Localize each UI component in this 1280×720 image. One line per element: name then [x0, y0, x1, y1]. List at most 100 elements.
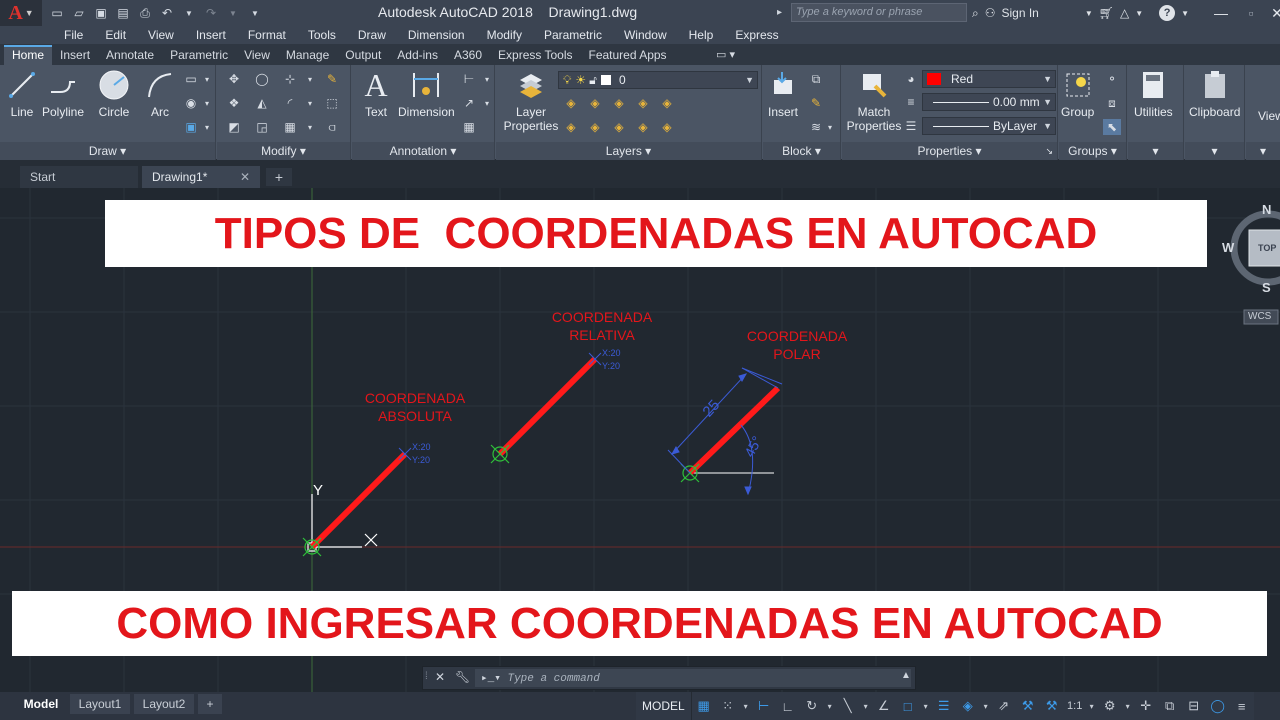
compass-north[interactable]: N [1262, 202, 1271, 217]
isodraft-dropdown-icon[interactable]: ▾ [860, 692, 872, 720]
annotation-monitor-icon[interactable]: ✛ [1134, 692, 1158, 720]
menu-format[interactable]: Format [237, 28, 297, 42]
linear-dim-icon[interactable]: ⊢ [460, 71, 478, 87]
open-icon[interactable]: ▱ [70, 4, 88, 22]
object-snap-dropdown-icon[interactable]: ▾ [920, 692, 932, 720]
dimension-tool[interactable]: Dimension [398, 69, 455, 119]
minimize-button[interactable]: — [1206, 0, 1236, 26]
ortho-icon[interactable]: ∟ [776, 692, 800, 720]
rotate-icon[interactable]: ◯ [253, 71, 271, 87]
block-attribute-dropdown-icon[interactable]: ▾ [821, 119, 839, 135]
draw-panel-title[interactable]: Draw ▾ [0, 142, 215, 160]
scale-icon[interactable]: ◲ [253, 119, 271, 135]
viewcube-top-face[interactable]: TOP [1258, 243, 1276, 253]
menu-modify[interactable]: Modify [476, 28, 533, 42]
ribbon-tab-insert[interactable]: Insert [52, 45, 98, 65]
drawing-canvas[interactable]: Y X:20 Y:20 COORDENADA ABSOLUTA X:20 Y:2… [0, 188, 1280, 692]
insert-block-tool[interactable]: Insert [767, 69, 799, 119]
offset-icon[interactable]: ⫏ [323, 119, 341, 135]
command-grip-icon[interactable]: ⁞ [425, 671, 428, 682]
ribbon-tab-add-ins[interactable]: Add-ins [389, 45, 446, 65]
quick-properties-icon[interactable]: ⊟ [1182, 692, 1206, 720]
help-icon[interactable]: ? [1159, 5, 1176, 21]
leader-dropdown-icon[interactable]: ▾ [478, 95, 496, 111]
boundary-dropdown-icon[interactable]: ▾ [198, 119, 216, 135]
trim-dropdown-icon[interactable]: ▾ [301, 71, 319, 87]
menu-help[interactable]: Help [678, 28, 725, 42]
snap-icon[interactable]: ⁙ [716, 692, 740, 720]
layer-tool-icon-7[interactable]: ◈ [586, 119, 604, 135]
clipboard-panel-title[interactable]: ▾ [1185, 142, 1244, 160]
save-as-icon[interactable]: ▤ [114, 4, 132, 22]
customize-qat-icon[interactable]: ▼ [246, 4, 264, 22]
menu-edit[interactable]: Edit [94, 28, 137, 42]
search-input[interactable]: Type a keyword or phrase [791, 3, 967, 22]
add-layout-button[interactable]: + [198, 694, 222, 714]
menu-dimension[interactable]: Dimension [397, 28, 476, 42]
new-icon[interactable]: ▭ [48, 4, 66, 22]
layer-tool-icon-10[interactable]: ◈ [658, 119, 676, 135]
search-icon[interactable]: ⌕ [972, 6, 979, 21]
model-space-toggle[interactable]: MODEL [636, 692, 692, 720]
ribbon-tab-annotate[interactable]: Annotate [98, 45, 162, 65]
group-edit-icon[interactable]: ⧈ [1103, 95, 1121, 111]
utilities-panel-title[interactable]: ▾ [1128, 142, 1183, 160]
undo-icon[interactable]: ↶ [158, 4, 176, 22]
auto-scale-icon[interactable]: ⚒ [1040, 692, 1064, 720]
layout2-tab[interactable]: Layout2 [134, 694, 194, 714]
object-snap-icon[interactable]: □ [896, 692, 920, 720]
layer-tool-icon-3[interactable]: ◈ [610, 95, 628, 111]
rectangle-dropdown-icon[interactable]: ▾ [198, 71, 216, 87]
edit-block-icon[interactable]: ✎ [807, 95, 825, 111]
ribbon-tab-featured-apps[interactable]: Featured Apps [581, 45, 675, 65]
workspace-dropdown-icon[interactable]: ▾ [1122, 692, 1134, 720]
object-snap-tracking-icon[interactable]: ∠ [872, 692, 896, 720]
color-dropdown[interactable]: Red ▼ [922, 70, 1056, 88]
move-icon[interactable]: ✥ [225, 71, 243, 87]
create-block-icon[interactable]: ⧉ [807, 71, 825, 87]
groups-panel-title[interactable]: Groups ▾ [1059, 142, 1126, 160]
menu-file[interactable]: File [53, 28, 94, 42]
model-layout-tab[interactable]: Model [16, 694, 66, 714]
layer-properties-tool[interactable]: Layer Properties [502, 69, 560, 133]
menu-draw[interactable]: Draw [347, 28, 397, 42]
annotation-scale-dropdown-icon[interactable]: ▾ [1086, 692, 1098, 720]
layer-tool-icon-2[interactable]: ◈ [586, 95, 604, 111]
undo-dropdown-icon[interactable]: ▼ [180, 4, 198, 22]
command-input[interactable]: ▸_▾ Type a command [475, 669, 911, 687]
ribbon-tab-express-tools[interactable]: Express Tools [490, 45, 580, 65]
fillet-dropdown-icon[interactable]: ▾ [301, 95, 319, 111]
redo-icon[interactable]: ↷ [202, 4, 220, 22]
drawing-tab[interactable]: Drawing1* ✕ [142, 166, 260, 188]
sign-in-button[interactable]: Sign In [1002, 6, 1039, 20]
ribbon-tab-a360[interactable]: A360 [446, 45, 490, 65]
autodesk-app-icon[interactable]: △ [1120, 6, 1129, 20]
customize-command-icon[interactable]: 🔧︎ [455, 670, 470, 684]
fillet-icon[interactable]: ◜ [281, 95, 299, 111]
polar-dropdown-icon[interactable]: ▾ [824, 692, 836, 720]
layer-tool-icon-5[interactable]: ◈ [658, 95, 676, 111]
clipboard-tool[interactable]: Clipboard [1189, 69, 1240, 119]
sign-in-dropdown-icon[interactable]: ▼ [1085, 9, 1093, 18]
new-tab-button[interactable]: + [266, 168, 292, 186]
menu-view[interactable]: View [137, 28, 185, 42]
layers-panel-title[interactable]: Layers ▾ [496, 142, 761, 160]
redo-dropdown-icon[interactable]: ▼ [224, 4, 242, 22]
snap-dropdown-icon[interactable]: ▾ [740, 692, 752, 720]
compass-west[interactable]: W [1222, 240, 1234, 255]
view-panel-title[interactable]: ▾ [1246, 142, 1280, 160]
close-tab-icon[interactable]: ✕ [240, 170, 250, 184]
ribbon-tab-manage[interactable]: Manage [278, 45, 337, 65]
explode-icon[interactable]: ⬚ [323, 95, 341, 111]
wcs-menu[interactable]: WCS [1248, 311, 1271, 322]
application-menu-button[interactable]: A ▼ [0, 0, 42, 26]
search-expand-icon[interactable]: ▸ [777, 3, 791, 22]
annotation-visibility-icon[interactable]: ⚒ [1016, 692, 1040, 720]
ribbon-tab-home[interactable]: Home [4, 45, 53, 65]
cart-icon[interactable]: 🛒︎ [1099, 6, 1114, 20]
layout1-tab[interactable]: Layout1 [70, 694, 130, 714]
array-icon[interactable]: ▦ [281, 119, 299, 135]
transparency-dropdown-icon[interactable]: ▾ [980, 692, 992, 720]
app-dropdown-icon[interactable]: ▼ [1135, 9, 1143, 18]
isodraft-icon[interactable]: ╲ [836, 692, 860, 720]
